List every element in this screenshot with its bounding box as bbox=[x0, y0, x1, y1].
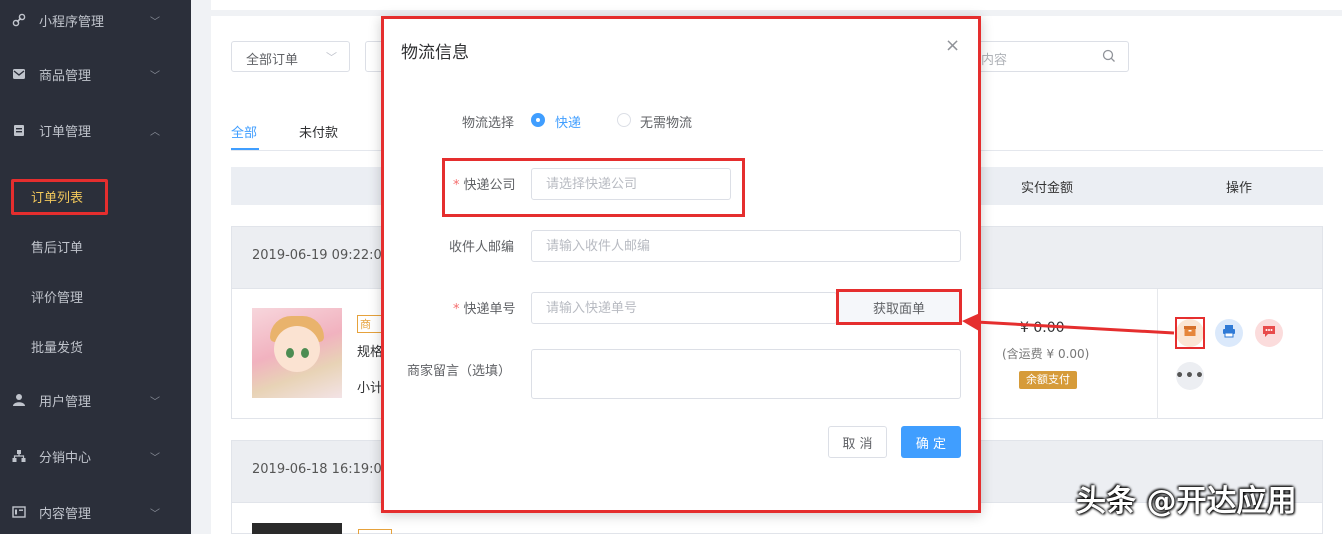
close-icon[interactable]: × bbox=[945, 35, 960, 56]
product-subtotal: 小计 bbox=[357, 381, 384, 396]
order-datetime: 2019-06-19 09:22:0 bbox=[252, 248, 382, 263]
product-image[interactable] bbox=[252, 308, 342, 398]
radio-express[interactable] bbox=[531, 113, 545, 127]
pay-method-badge: 余额支付 bbox=[1019, 371, 1077, 389]
product-image[interactable] bbox=[252, 523, 342, 534]
zipcode-input[interactable] bbox=[531, 230, 961, 262]
tab-all[interactable]: 全部 bbox=[231, 122, 257, 141]
chevron-up-icon: ︿ bbox=[150, 126, 160, 138]
search-placeholder: 内容 bbox=[981, 53, 1008, 68]
confirm-button[interactable]: 确 定 bbox=[901, 426, 961, 458]
sidebar-item-label: 商品管理 bbox=[39, 68, 92, 84]
content-icon bbox=[12, 505, 26, 519]
sidebar-item-products[interactable]: 商品管理 ﹀ bbox=[0, 54, 191, 94]
org-chart-icon bbox=[12, 449, 26, 463]
clipboard-icon bbox=[12, 123, 26, 137]
remark-textarea[interactable] bbox=[531, 349, 961, 399]
mail-icon bbox=[12, 67, 26, 81]
chevron-down-icon: ﹀ bbox=[150, 16, 160, 28]
tab-active-indicator bbox=[231, 148, 259, 150]
chevron-down-icon: ﹀ bbox=[150, 396, 160, 408]
chat-icon bbox=[1262, 324, 1276, 342]
watermark: 头条 @开达应用 bbox=[1076, 484, 1297, 519]
chevron-down-icon: ﹀ bbox=[326, 51, 337, 64]
sidebar-subitem-label: 售后订单 bbox=[31, 240, 84, 256]
sidebar-subitem-batch-ship[interactable]: 批量发货 bbox=[0, 331, 191, 361]
radio-express-label[interactable]: 快递 bbox=[555, 112, 581, 131]
sidebar-subitem-reviews[interactable]: 评价管理 bbox=[0, 281, 191, 311]
product-tag bbox=[358, 529, 392, 534]
more-button[interactable]: ••• bbox=[1175, 362, 1205, 390]
sidebar: 小程序管理 ﹀ 商品管理 ﹀ 订单管理 ︿ 订单列表 售后订单 评价管理 批量发… bbox=[0, 0, 191, 534]
annotation-arrow bbox=[962, 313, 1175, 335]
tab-unpaid[interactable]: 未付款 bbox=[299, 122, 338, 141]
tracking-label-text: 快递单号 bbox=[463, 302, 516, 317]
order-type-select[interactable]: 全部订单 ﹀ bbox=[231, 41, 350, 72]
sidebar-subitem-label: 评价管理 bbox=[31, 290, 84, 306]
column-actions: 操作 bbox=[1226, 181, 1253, 196]
cancel-button[interactable]: 取 消 bbox=[828, 426, 887, 458]
more-icon: ••• bbox=[1175, 368, 1205, 384]
order-datetime: 2019-06-18 16:19:0 bbox=[252, 462, 382, 477]
sidebar-item-miniprogram[interactable]: 小程序管理 ﹀ bbox=[0, 0, 191, 40]
column-paid-amount: 实付金额 bbox=[1021, 181, 1074, 196]
printer-icon bbox=[1222, 324, 1236, 342]
sidebar-item-orders[interactable]: 订单管理 ︿ bbox=[0, 110, 191, 150]
radio-no-logistics[interactable] bbox=[617, 113, 631, 127]
print-button[interactable] bbox=[1215, 319, 1243, 347]
chevron-down-icon: ﹀ bbox=[150, 70, 160, 82]
sidebar-item-users[interactable]: 用户管理 ﹀ bbox=[0, 380, 191, 420]
logistics-select-label: 物流选择 bbox=[462, 116, 515, 131]
order-shipping: (含运费 ¥ 0.00) bbox=[1002, 347, 1090, 361]
get-waybill-button[interactable]: 获取面单 bbox=[836, 289, 962, 325]
search-input[interactable]: 内容 bbox=[960, 41, 1129, 72]
sidebar-subitem-aftersale[interactable]: 售后订单 bbox=[0, 231, 191, 261]
product-spec: 规格 bbox=[357, 345, 384, 360]
annotation-highlight bbox=[442, 158, 745, 217]
dialog-title: 物流信息 bbox=[401, 43, 469, 63]
chevron-down-icon: ﹀ bbox=[150, 508, 160, 520]
top-strip bbox=[211, 0, 1342, 10]
tracking-label: * 快递单号 bbox=[453, 302, 516, 317]
sidebar-item-label: 小程序管理 bbox=[39, 14, 105, 30]
link-icon bbox=[12, 13, 26, 27]
sidebar-item-label: 用户管理 bbox=[39, 394, 92, 410]
sidebar-subitem-label: 批量发货 bbox=[31, 340, 84, 356]
logistics-dialog bbox=[381, 16, 981, 513]
search-icon[interactable] bbox=[1102, 49, 1116, 63]
message-button[interactable] bbox=[1255, 319, 1283, 347]
user-icon bbox=[12, 393, 26, 407]
order-type-value: 全部订单 bbox=[246, 53, 299, 68]
radio-no-logistics-label[interactable]: 无需物流 bbox=[640, 112, 692, 131]
chevron-down-icon: ﹀ bbox=[150, 452, 160, 464]
sidebar-item-label: 订单管理 bbox=[39, 124, 92, 140]
remark-label: 商家留言（选填） bbox=[407, 364, 512, 379]
sidebar-item-label: 内容管理 bbox=[39, 506, 92, 522]
sidebar-item-distribution[interactable]: 分销中心 ﹀ bbox=[0, 436, 191, 476]
annotation-highlight bbox=[11, 179, 108, 215]
sidebar-item-label: 分销中心 bbox=[39, 450, 92, 466]
tracking-number-input[interactable] bbox=[531, 292, 837, 324]
sidebar-item-content[interactable]: 内容管理 ﹀ bbox=[0, 492, 191, 532]
zipcode-label: 收件人邮编 bbox=[449, 240, 515, 255]
